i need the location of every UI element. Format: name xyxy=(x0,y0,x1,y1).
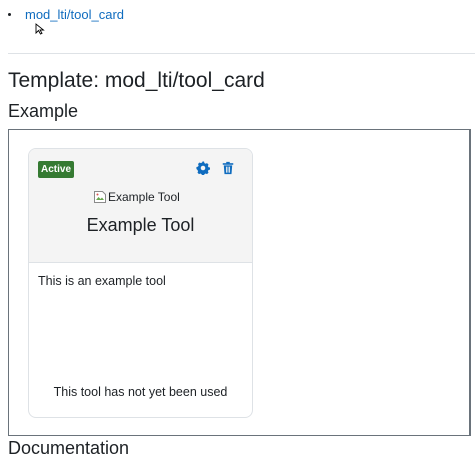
page-title: Template: mod_lti/tool_card xyxy=(8,69,265,92)
broken-image-icon xyxy=(94,191,106,203)
status-badge: Active xyxy=(38,161,75,178)
template-nav-item: mod_lti/tool_card xyxy=(6,6,124,22)
tool-card: Active Example Tool Example Tool This is… xyxy=(28,148,253,418)
tool-name: Example Tool xyxy=(86,215,195,235)
example-heading: Example xyxy=(8,101,79,121)
tool-image: Example Tool xyxy=(93,189,180,205)
template-link[interactable]: mod_lti/tool_card xyxy=(25,7,124,22)
example-container: Active Example Tool Example Tool This is… xyxy=(8,129,471,436)
tool-usage-text: This tool has not yet been used xyxy=(53,385,228,399)
tool-description: This is an example tool xyxy=(38,274,166,288)
documentation-heading: Documentation xyxy=(8,438,130,458)
divider xyxy=(8,53,475,54)
bullet-icon xyxy=(8,12,11,16)
trash-icon[interactable] xyxy=(221,161,235,175)
gear-icon[interactable] xyxy=(196,161,210,175)
tool-image-alt: Example Tool xyxy=(108,190,180,204)
mouse-cursor-icon xyxy=(35,23,45,35)
tool-card-header: Active Example Tool Example Tool xyxy=(29,149,252,263)
